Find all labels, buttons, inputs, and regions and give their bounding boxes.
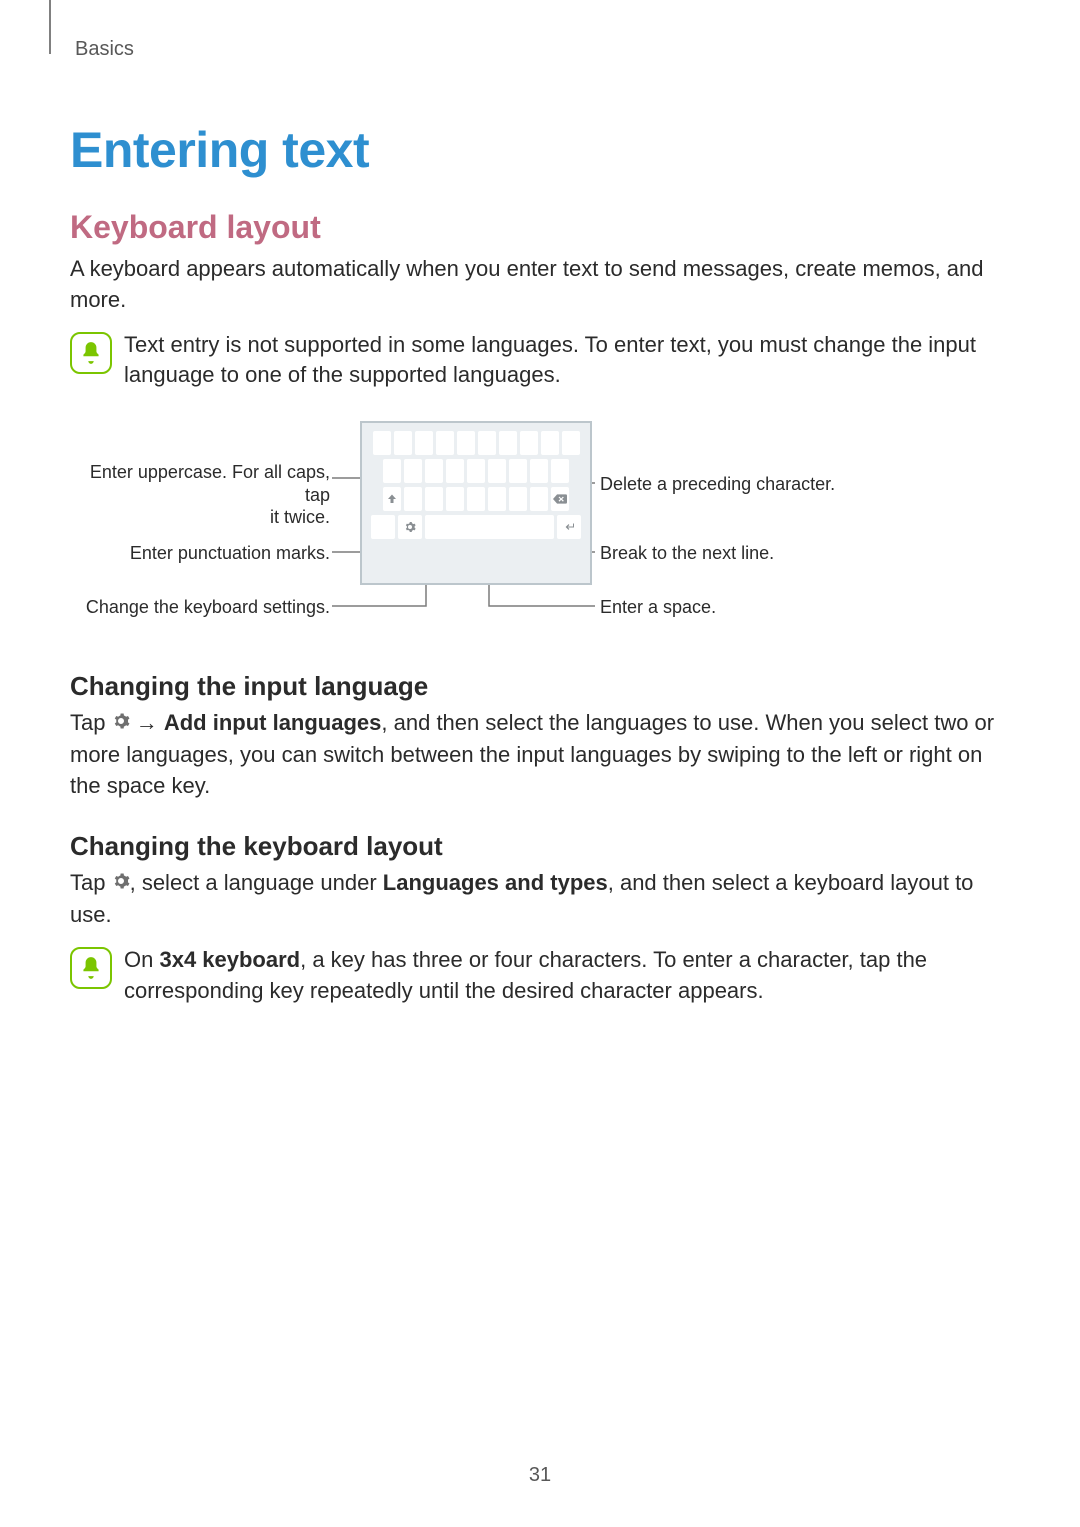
key	[488, 487, 506, 511]
keyboard-row-2	[371, 459, 581, 483]
symbols-key	[371, 515, 395, 539]
key	[562, 431, 580, 455]
callout-settings: Change the keyboard settings.	[70, 596, 330, 619]
key	[530, 459, 548, 483]
breadcrumb: Basics	[75, 38, 1010, 61]
note-language-support: Text entry is not supported in some lang…	[70, 330, 1010, 392]
backspace-icon	[553, 493, 567, 505]
section-keyboard-layout2-heading: Changing the keyboard layout	[70, 831, 1010, 862]
keyboard-row-3	[371, 487, 581, 511]
key	[373, 431, 391, 455]
key	[383, 459, 401, 483]
return-icon	[563, 521, 576, 533]
gear-icon	[112, 868, 130, 899]
key	[425, 459, 443, 483]
keyboard-row-4	[371, 515, 581, 539]
key	[394, 431, 412, 455]
note-3x4-keyboard: On 3x4 keyboard, a key has three or four…	[70, 945, 1010, 1007]
settings-key	[398, 515, 422, 539]
key	[446, 487, 464, 511]
bold-text: 3x4 keyboard	[159, 947, 300, 972]
callout-punctuation: Enter punctuation marks.	[70, 542, 330, 565]
section-keyboard-layout-heading: Keyboard layout	[70, 209, 1010, 246]
callout-shift: Enter uppercase. For all caps, tap it tw…	[70, 461, 330, 529]
callout-newline: Break to the next line.	[600, 542, 900, 565]
key	[551, 459, 569, 483]
key	[467, 487, 485, 511]
delete-key	[551, 487, 569, 511]
key	[404, 459, 422, 483]
key	[520, 431, 538, 455]
key	[415, 431, 433, 455]
section-input-language-heading: Changing the input language	[70, 671, 1010, 702]
keyboard-diagram: Enter uppercase. For all caps, tap it tw…	[70, 421, 1010, 641]
page-number: 31	[0, 1464, 1080, 1487]
text: , select a language under	[130, 870, 383, 895]
section-keyboard-layout-intro: A keyboard appears automatically when yo…	[70, 254, 1010, 316]
key	[457, 431, 475, 455]
bold-text: Add input languages	[164, 710, 382, 735]
callout-space: Enter a space.	[600, 596, 900, 619]
key	[530, 487, 548, 511]
return-key	[557, 515, 581, 539]
callout-shift-line2: it twice.	[270, 507, 330, 527]
page-title: Entering text	[70, 121, 1010, 179]
gear-icon	[112, 708, 130, 739]
key	[499, 431, 517, 455]
note-bell-icon	[70, 332, 112, 374]
section-input-language-para: Tap → Add input languages, and then sele…	[70, 708, 1010, 801]
key	[478, 431, 496, 455]
page: Basics Entering text Keyboard layout A k…	[0, 0, 1080, 1527]
bold-text: Languages and types	[383, 870, 608, 895]
space-key	[425, 515, 554, 539]
key	[509, 487, 527, 511]
text: Tap	[70, 710, 112, 735]
key	[446, 459, 464, 483]
key	[425, 487, 443, 511]
shift-key	[383, 487, 401, 511]
keyboard-illustration	[360, 421, 592, 585]
shift-icon	[386, 493, 398, 505]
callout-shift-line1: Enter uppercase. For all caps, tap	[90, 462, 330, 505]
key	[467, 459, 485, 483]
note-3x4-keyboard-text: On 3x4 keyboard, a key has three or four…	[124, 945, 1010, 1007]
key	[509, 459, 527, 483]
section-keyboard-layout2-para: Tap , select a language under Languages …	[70, 868, 1010, 930]
arrow-text: →	[136, 710, 164, 735]
key	[488, 459, 506, 483]
gear-icon	[404, 521, 416, 533]
note-bell-icon	[70, 947, 112, 989]
text: Tap	[70, 870, 112, 895]
keyboard-row-1	[371, 431, 581, 455]
key	[541, 431, 559, 455]
callout-delete: Delete a preceding character.	[600, 473, 900, 496]
key	[436, 431, 454, 455]
key	[404, 487, 422, 511]
text: On	[124, 947, 159, 972]
header-separator	[49, 0, 51, 54]
note-language-support-text: Text entry is not supported in some lang…	[124, 330, 1010, 392]
